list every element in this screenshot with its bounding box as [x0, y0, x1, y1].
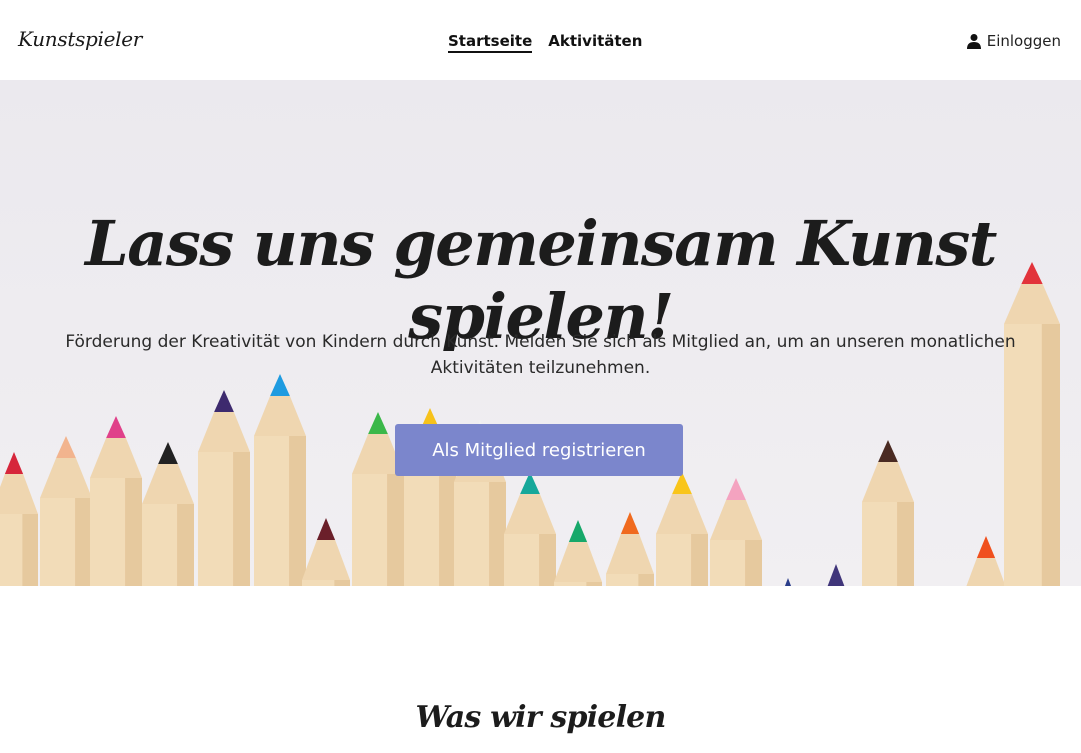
main-nav: Startseite Aktivitäten [448, 31, 642, 53]
user-icon [966, 33, 982, 49]
register-button[interactable]: Als Mitglied registrieren [395, 424, 683, 476]
hero-subtext: Förderung der Kreativität von Kindern du… [65, 332, 1016, 378]
site-logo[interactable]: Kunstspieler [18, 27, 142, 51]
login-link[interactable]: Einloggen [966, 32, 1061, 50]
site-header: Kunstspieler Startseite Aktivitäten Einl… [0, 0, 1081, 80]
hero-section: Lass uns gemeinsam Kunst spielen! Förder… [0, 80, 1081, 586]
nav-link-aktivitaeten[interactable]: Aktivitäten [548, 31, 642, 53]
nav-link-startseite[interactable]: Startseite [448, 31, 533, 53]
login-label: Einloggen [986, 32, 1061, 50]
section-title: Was wir spielen [415, 700, 667, 735]
